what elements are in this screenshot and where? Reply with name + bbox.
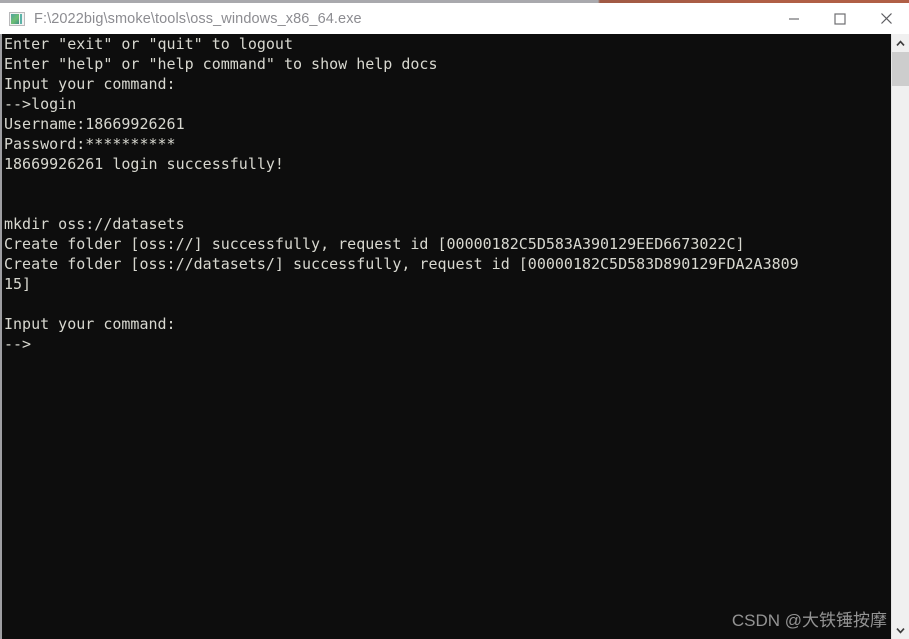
console-app-icon-bar (20, 13, 22, 24)
maximize-icon (834, 12, 846, 25)
terminal-text: Enter "exit" or "quit" to logout Enter "h… (4, 34, 880, 354)
scroll-up-button[interactable] (892, 34, 909, 52)
terminal-line: Enter "exit" or "quit" to logout (4, 35, 293, 53)
window-title: F:\2022big\smoke\tools\oss_windows_x86_6… (34, 10, 362, 27)
scrollbar-thumb[interactable] (892, 52, 909, 86)
terminal-line: 15] (4, 275, 32, 293)
console-app-icon-inner (11, 13, 19, 24)
close-icon (880, 13, 892, 24)
scroll-up-arrow-icon (896, 39, 905, 46)
close-button[interactable] (863, 3, 909, 34)
console-app-icon (9, 11, 25, 26)
terminal-line: Password:********** (4, 135, 176, 153)
terminal-output-area[interactable]: Enter "exit" or "quit" to logout Enter "h… (0, 34, 909, 639)
scroll-down-button[interactable] (892, 621, 909, 639)
terminal-line: Input your command: (4, 315, 176, 333)
terminal-line: Input your command: (4, 75, 176, 93)
vertical-scrollbar[interactable] (891, 34, 909, 639)
console-window: F:\2022big\smoke\tools\oss_windows_x86_6… (0, 0, 909, 639)
minimize-button[interactable] (771, 3, 817, 34)
terminal-line: Create folder [oss://] successfully, req… (4, 235, 745, 253)
terminal-line: -->login (4, 95, 77, 113)
terminal-line: --> (4, 335, 32, 353)
terminal-line: Create folder [oss://datasets/] successf… (4, 255, 799, 273)
terminal-line: Enter "help" or "help command" to show h… (4, 55, 438, 73)
terminal-line: mkdir oss://datasets (4, 215, 185, 233)
title-bar[interactable]: F:\2022big\smoke\tools\oss_windows_x86_6… (0, 3, 909, 34)
scrollbar-track[interactable] (892, 86, 909, 621)
terminal-line: Username:18669926261 (4, 115, 185, 133)
maximize-button[interactable] (817, 3, 863, 34)
terminal-line: 18669926261 login successfully! (4, 155, 284, 173)
minimize-icon (789, 17, 799, 20)
scroll-down-arrow-icon (896, 627, 905, 634)
